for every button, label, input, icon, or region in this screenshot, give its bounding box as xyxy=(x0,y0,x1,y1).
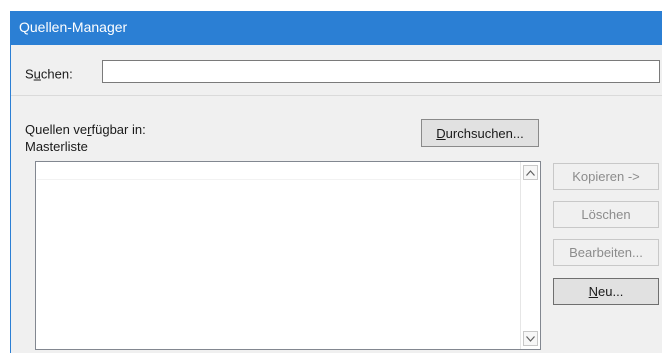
copy-button[interactable]: Kopieren -> xyxy=(553,163,659,190)
source-manager-dialog: Quellen-Manager Suchen: Quellen verfügba… xyxy=(10,11,662,353)
title-bar[interactable]: Quellen-Manager xyxy=(11,11,662,45)
chevron-up-icon xyxy=(526,169,535,176)
search-input[interactable] xyxy=(102,60,660,83)
list-scrollbar[interactable] xyxy=(520,162,540,349)
delete-button[interactable]: Löschen xyxy=(553,201,659,228)
search-row: Suchen: xyxy=(11,45,662,96)
sources-list[interactable] xyxy=(35,161,541,350)
edit-button[interactable]: Bearbeiten... xyxy=(553,239,659,266)
new-button[interactable]: Neu... xyxy=(553,278,659,305)
chevron-down-icon xyxy=(526,335,535,342)
search-label: Suchen: xyxy=(25,66,73,82)
current-list-name: Masterliste xyxy=(25,139,88,154)
list-item[interactable] xyxy=(37,163,520,180)
sources-available-label: Quellen verfügbar in: xyxy=(25,122,146,137)
scroll-down-button[interactable] xyxy=(523,331,538,346)
scroll-up-button[interactable] xyxy=(523,165,538,180)
window-title: Quellen-Manager xyxy=(19,19,128,35)
browse-button[interactable]: Durchsuchen... xyxy=(421,119,539,147)
